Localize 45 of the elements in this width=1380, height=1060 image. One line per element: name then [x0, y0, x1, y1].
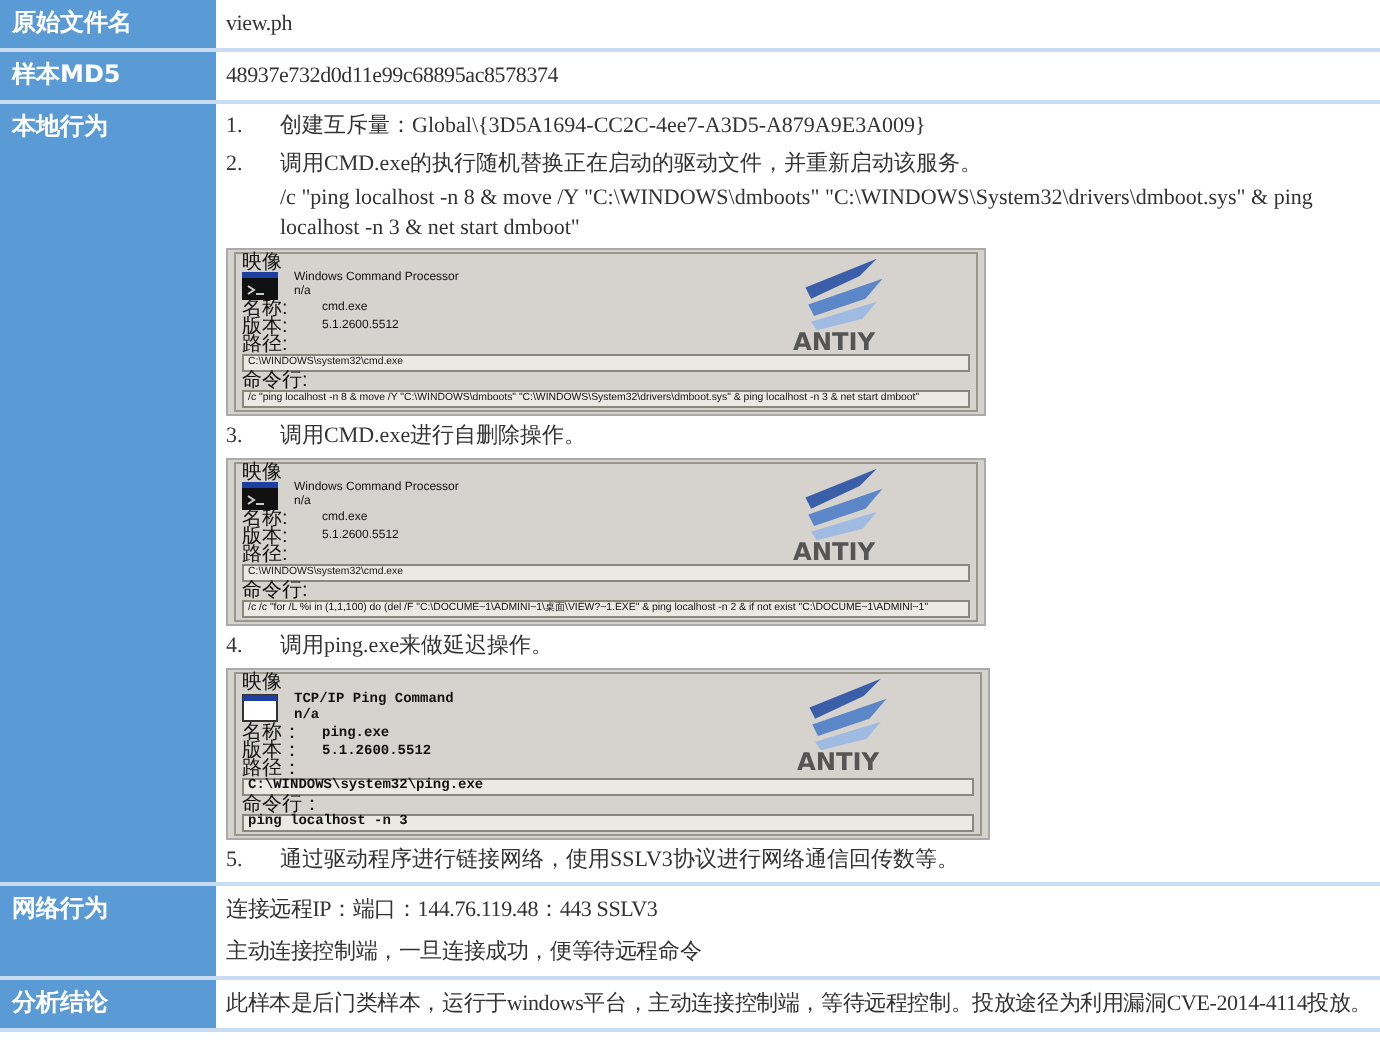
logo-text: ANTIY: [796, 748, 880, 776]
step-number: 3.: [226, 422, 245, 452]
field-label: 名称:: [242, 300, 290, 318]
step-text: 调用CMD.exe进行自删除操作。: [280, 422, 587, 452]
logo-text: ANTIY: [792, 328, 876, 356]
stripes-icon: [809, 678, 887, 751]
field-label: 版本：: [242, 742, 304, 760]
field-label: 版本:: [242, 318, 290, 336]
group-label: 映像: [242, 464, 284, 482]
row-header: 原始文件名: [0, 0, 216, 48]
row-header: 样本MD5: [0, 52, 216, 100]
group-label: 映像: [242, 674, 284, 692]
row-header: 本地行为: [0, 104, 216, 882]
step-text: 通过驱动程序进行链接网络，使用SSLV3协议进行网络通信回传数等。: [280, 845, 959, 876]
cell-text: 连接远程IP：端口：144.76.119.48：443 SSLV3: [226, 895, 660, 926]
step-number: 1.: [226, 112, 245, 142]
logo-text: ANTIY: [792, 538, 876, 566]
field-label: 命令行:: [242, 372, 310, 390]
step-number: 2.: [226, 150, 245, 180]
stripes-icon: [805, 258, 883, 331]
step-text: 调用ping.exe来做延迟操作。: [280, 632, 554, 662]
cell-text: 此样本是后门类样本，运行于windows平台，主动连接控制端，等待远程控制。投放途径为利用漏洞CVE-2014-4114投放。: [226, 989, 1375, 1020]
step-text: 创建互斥量：Global\{3D5A1694-CC2C-4ee7-A3D5-A879A9E3A009}: [280, 112, 926, 142]
field-label: 名称：: [242, 724, 304, 742]
field-label: 路径：: [242, 760, 302, 778]
step-number: 4.: [226, 632, 245, 662]
window-icon: [242, 694, 278, 722]
step-number: 5.: [226, 846, 245, 876]
group-label: 映像: [242, 254, 284, 272]
cell-text: 主动连接控制端，一旦连接成功，便等待远程命令: [226, 937, 704, 968]
row-header: 网络行为: [0, 886, 216, 976]
command-text: /c "ping localhost -n 8 & move /Y "C:\WINDOWS\dmboots" "C:\WINDOWS\System32\drivers\dmboot.sys" & ping localhost -n 3 & net start dmboot": [278, 184, 1315, 244]
field-label: 路径:: [242, 546, 290, 564]
field-label: 名称:: [242, 510, 290, 528]
field-label: 命令行:: [242, 582, 310, 600]
console-icon: [242, 272, 278, 300]
stripes-icon: [805, 468, 883, 541]
row-header: 分析结论: [0, 980, 216, 1028]
field-label: 命令行：: [242, 796, 322, 814]
field-label: 版本:: [242, 528, 290, 546]
cell-text: view.ph: [226, 10, 295, 40]
cell-text: 48937e732d0d11e99c68895ac8578374: [226, 62, 561, 92]
console-icon: [242, 482, 278, 510]
step-text: 调用CMD.exe的执行随机替换正在启动的驱动文件，并重新启动该服务。: [280, 149, 983, 180]
field-label: 路径:: [242, 336, 290, 354]
